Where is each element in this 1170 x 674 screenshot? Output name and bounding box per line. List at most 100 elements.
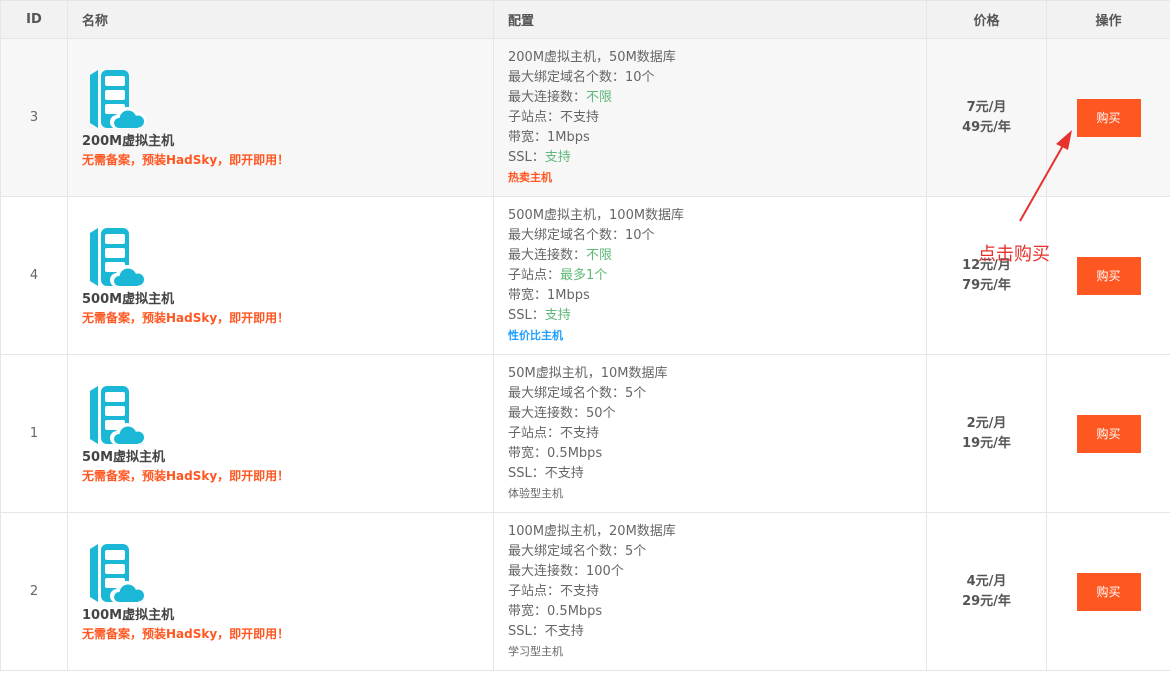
config-line: 最大绑定域名个数：5个 [508, 384, 926, 404]
config-label: 子站点： [508, 109, 561, 125]
host-tag: 性价比主机 [508, 328, 563, 342]
config-label: SSL： [508, 465, 545, 481]
config-value: 最多1个 [560, 267, 608, 283]
config-label: 子站点： [508, 425, 561, 441]
config-line: 最大绑定域名个数：10个 [508, 226, 926, 246]
config-label: 子站点： [508, 267, 561, 283]
config-value: 1Mbps [547, 287, 590, 303]
row-id: 3 [0, 38, 68, 197]
config-label: 100M虚拟主机，20M数据库 [508, 523, 676, 539]
config-label: 最大绑定域名个数： [508, 543, 626, 559]
config-line: 最大连接数：100个 [508, 562, 926, 582]
config-value: 10个 [625, 69, 655, 85]
config-cell: 200M虚拟主机，50M数据库 最大绑定域名个数：10个 最大连接数：不限 子站点：不… [493, 38, 927, 197]
buy-button[interactable]: 购买 [1076, 98, 1141, 137]
server-cloud-icon [90, 543, 146, 603]
config-value: 0.5Mbps [547, 445, 603, 461]
config-label: 最大绑定域名个数： [508, 227, 626, 243]
server-cloud-icon [90, 385, 146, 445]
config-line: 子站点：不支持 [508, 108, 926, 128]
product-name: 50M虚拟主机 [82, 449, 166, 465]
price-month: 7元/月 [966, 99, 1007, 115]
config-line: 带宽：0.5Mbps [508, 602, 926, 622]
col-header-config: 配置 [493, 0, 927, 39]
buy-button[interactable]: 购买 [1076, 572, 1141, 611]
price-year: 19元/年 [962, 435, 1011, 451]
product-cell: 100M虚拟主机 无需备案，预装HadSky，即开即用！ [67, 512, 494, 671]
buy-button[interactable]: 购买 [1076, 256, 1141, 295]
col-header-id: ID [0, 0, 68, 39]
config-value: 10个 [625, 227, 655, 243]
host-tag: 体验型主机 [508, 486, 563, 500]
config-value: 1Mbps [547, 129, 590, 145]
product-cell: 200M虚拟主机 无需备案，预装HadSky，即开即用！ [67, 38, 494, 197]
host-tag: 学习型主机 [508, 644, 563, 658]
product-desc: 无需备案，预装HadSky，即开即用！ [82, 310, 290, 325]
price-cell: 2元/月 19元/年 [926, 354, 1047, 513]
col-header-action: 操作 [1046, 0, 1170, 39]
product-desc: 无需备案，预装HadSky，即开即用！ [82, 626, 290, 641]
row-id: 4 [0, 196, 68, 355]
price-month: 4元/月 [966, 573, 1007, 589]
config-label: 最大连接数： [508, 405, 587, 421]
price-year: 79元/年 [962, 277, 1011, 293]
red-arrow-icon [1019, 130, 1072, 222]
row-id: 1 [0, 354, 68, 513]
config-label: 带宽： [508, 445, 548, 461]
config-label: 带宽： [508, 603, 548, 619]
config-label: 带宽： [508, 129, 548, 145]
col-header-name: 名称 [67, 0, 494, 39]
action-cell: 购买 [1046, 512, 1170, 671]
config-value: 不支持 [560, 425, 600, 441]
config-label: SSL： [508, 623, 545, 639]
config-line: 200M虚拟主机，50M数据库 [508, 48, 926, 68]
product-name: 200M虚拟主机 [82, 133, 175, 149]
host-tag: 热卖主机 [508, 170, 552, 184]
annotation-text: 点击购买 [978, 244, 1050, 265]
table-row: 3 200M虚拟主机 无需备案，预装HadSky，即开即用！ 200M虚拟主机，… [0, 38, 1170, 197]
config-value: 支持 [544, 307, 571, 323]
config-value: 50个 [586, 405, 616, 421]
server-cloud-icon [90, 69, 146, 129]
config-cell: 500M虚拟主机，100M数据库 最大绑定域名个数：10个 最大连接数：不限 子站点：… [493, 196, 927, 355]
config-value: 不支持 [544, 465, 584, 481]
config-value: 不支持 [560, 583, 600, 599]
product-name: 100M虚拟主机 [82, 607, 175, 623]
config-line: 最大连接数：不限 [508, 246, 926, 266]
config-label: 最大连接数： [508, 563, 587, 579]
config-label: SSL： [508, 149, 545, 165]
config-line: SSL：不支持 [508, 464, 926, 484]
config-label: 最大连接数： [508, 89, 587, 105]
config-label: 子站点： [508, 583, 561, 599]
product-desc: 无需备案，预装HadSky，即开即用！ [82, 468, 290, 483]
config-line: 最大绑定域名个数：10个 [508, 68, 926, 88]
config-line: 50M虚拟主机，10M数据库 [508, 364, 926, 384]
products-table: ID 名称 配置 价格 操作 3 200M虚拟主机 无需备案，预装HadSky，… [0, 0, 1170, 671]
config-value: 不支持 [560, 109, 600, 125]
config-line: 最大绑定域名个数：5个 [508, 542, 926, 562]
price-cell: 4元/月 29元/年 [926, 512, 1047, 671]
config-line: SSL：不支持 [508, 622, 926, 642]
config-cell: 50M虚拟主机，10M数据库 最大绑定域名个数：5个 最大连接数：50个 子站点：不支… [493, 354, 927, 513]
config-label: SSL： [508, 307, 545, 323]
config-value: 5个 [625, 385, 647, 401]
config-line: SSL：支持 [508, 306, 926, 326]
config-value: 不支持 [544, 623, 584, 639]
config-line: 子站点：不支持 [508, 582, 926, 602]
config-value: 支持 [544, 149, 571, 165]
table-row: 2 100M虚拟主机 无需备案，预装HadSky，即开即用！ 100M虚拟主机，… [0, 512, 1170, 671]
config-line: SSL：支持 [508, 148, 926, 168]
config-line: 带宽：1Mbps [508, 128, 926, 148]
config-line: 最大连接数：50个 [508, 404, 926, 424]
product-desc: 无需备案，预装HadSky，即开即用！ [82, 152, 290, 167]
config-line: 100M虚拟主机，20M数据库 [508, 522, 926, 542]
server-cloud-icon [90, 227, 146, 287]
action-cell: 购买 [1046, 354, 1170, 513]
product-name: 500M虚拟主机 [82, 291, 175, 307]
config-label: 带宽： [508, 287, 548, 303]
config-value: 5个 [625, 543, 647, 559]
config-label: 最大绑定域名个数： [508, 385, 626, 401]
row-id: 2 [0, 512, 68, 671]
config-line: 带宽：1Mbps [508, 286, 926, 306]
buy-button[interactable]: 购买 [1076, 414, 1141, 453]
